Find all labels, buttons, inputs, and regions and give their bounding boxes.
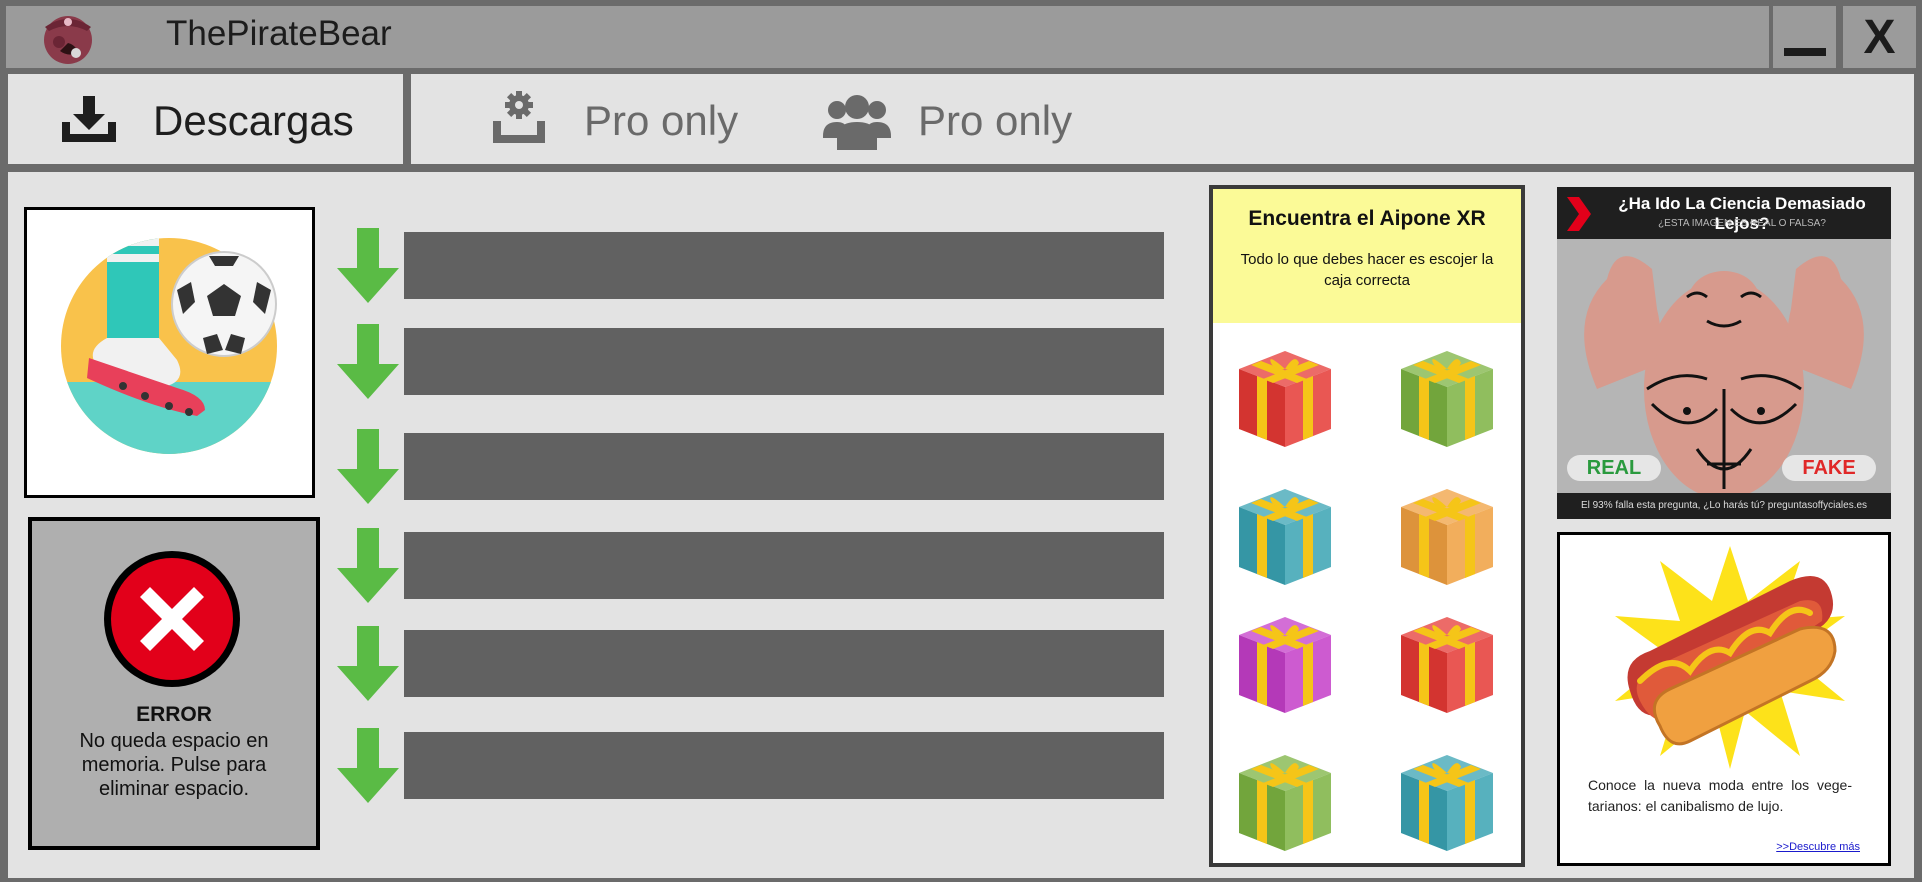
pirate-bear-logo-icon [44,16,92,64]
science-ad-header: ¿Ha Ido La Ciencia Demasiado Lejos? ¿EST… [1557,187,1891,239]
gift-box-teal[interactable] [1237,487,1333,585]
science-ad-footer: El 93% falla esta pregunta, ¿Lo harás tú… [1557,493,1891,519]
hotdog-ad[interactable]: Conoce la nueva moda entre los vege-tari… [1557,532,1891,866]
discover-more-link[interactable]: >>Descubre más [1776,841,1860,853]
close-button[interactable]: X [1843,6,1916,68]
download-progress-bar[interactable] [404,232,1164,299]
gift-box-red[interactable] [1399,615,1495,713]
error-message: No queda espacio en memoria. Pulse para … [79,730,269,800]
science-ad[interactable]: ¿Ha Ido La Ciencia Demasiado Lejos? ¿EST… [1557,187,1891,519]
fake-button[interactable]: FAKE [1782,455,1876,481]
users-icon[interactable] [823,94,891,150]
minimize-icon [1783,48,1826,56]
gear-icon[interactable] [491,91,547,145]
hotdog-ad-text: Conoce la nueva moda entre los vege-tari… [1588,777,1852,814]
tab-pro-settings-label[interactable]: Pro only [584,97,738,145]
soccer-thumbnail[interactable] [24,207,315,498]
download-arrow-icon[interactable] [337,626,399,701]
game-ad-header: Encuentra el Aipone XR Todo lo que debes… [1213,189,1521,323]
soccer-image-icon [61,238,277,454]
download-arrow-icon[interactable] [337,429,399,504]
download-progress-bar[interactable] [404,328,1164,395]
gift-box-green[interactable] [1399,349,1495,447]
download-progress-bar[interactable] [404,732,1164,799]
tab-pro-users-label[interactable]: Pro only [918,97,1072,145]
app-title: ThePirateBear [166,14,392,53]
download-arrow-icon[interactable] [337,728,399,803]
download-progress-bar[interactable] [404,532,1164,599]
tab-descargas-label[interactable]: Descargas [153,97,354,145]
download-progress-bar[interactable] [404,630,1164,697]
download-arrow-icon[interactable] [337,528,399,603]
gift-box-green[interactable] [1237,753,1333,851]
gift-box-orange[interactable] [1399,487,1495,585]
download-arrow-icon[interactable] [337,324,399,399]
gift-box-magenta[interactable] [1237,615,1333,713]
science-ad-subtitle: ¿ESTA IMAGEN ES REAL O FALSA? [1658,218,1826,229]
minimize-button[interactable] [1773,6,1836,68]
game-ad-title: Encuentra el Aipone XR [1248,207,1486,230]
gift-box-teal[interactable] [1399,753,1495,851]
gift-game-ad[interactable]: Encuentra el Aipone XR Todo lo que debes… [1209,185,1525,867]
game-ad-subtitle: Todo lo que debes hacer es escojer la ca… [1240,251,1494,289]
download-arrow-icon[interactable] [337,228,399,303]
error-x-icon [104,551,240,687]
error-title: ERROR [136,703,212,726]
real-button[interactable]: REAL [1567,455,1661,481]
chevron-right-icon [1567,197,1591,231]
download-icon [62,96,116,142]
gift-box-red[interactable] [1237,349,1333,447]
error-dialog[interactable]: ERROR No queda espacio en memoria. Pulse… [28,517,320,850]
hotdog-image [1615,546,1845,769]
download-progress-bar[interactable] [404,433,1164,500]
